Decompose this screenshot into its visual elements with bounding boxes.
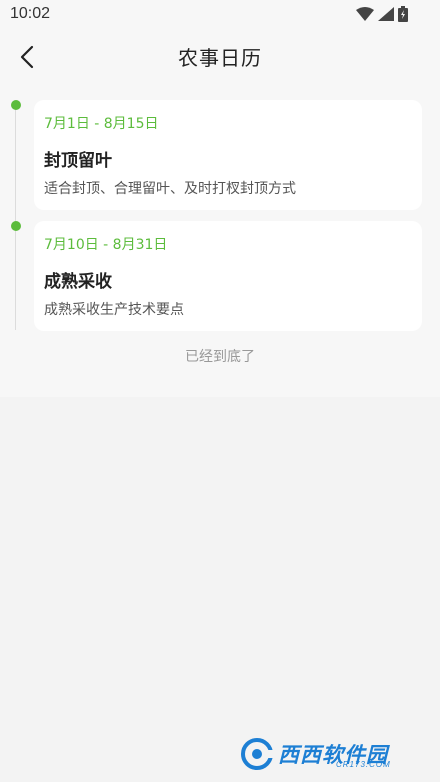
status-icons xyxy=(356,6,408,22)
page-title: 农事日历 xyxy=(178,46,262,70)
card-description: 成熟采收生产技术要点 xyxy=(44,302,184,318)
watermark-logo-icon xyxy=(241,738,274,770)
card-description: 适合封顶、合理留叶、及时打杈封顶方式 xyxy=(44,181,296,197)
watermark-subtext: CR173.COM xyxy=(336,760,391,769)
timeline-list: 7月1日 - 8月15日 封顶留叶 适合封顶、合理留叶、及时打杈封顶方式 7月1… xyxy=(0,84,440,397)
timeline-dot xyxy=(11,100,21,110)
card-date: 7月10日 - 8月31日 xyxy=(44,237,168,253)
end-of-list-note: 已经到底了 xyxy=(185,349,255,365)
card-title: 成熟采收 xyxy=(44,272,112,292)
watermark-logo: 西西软件园 CR173.COM xyxy=(240,734,422,774)
signal-icon xyxy=(378,7,394,21)
card-title: 封顶留叶 xyxy=(44,151,112,171)
wifi-icon xyxy=(356,7,374,21)
calendar-card[interactable]: 7月1日 - 8月15日 封顶留叶 适合封顶、合理留叶、及时打杈封顶方式 xyxy=(34,100,422,210)
card-date: 7月1日 - 8月15日 xyxy=(44,116,159,132)
timeline-dot xyxy=(11,221,21,231)
status-time: 10:02 xyxy=(10,5,51,22)
calendar-card[interactable]: 7月10日 - 8月31日 成熟采收 成熟采收生产技术要点 xyxy=(34,221,422,331)
status-bar: 10:02 xyxy=(0,0,440,30)
app-header: 农事日历 xyxy=(0,30,440,84)
timeline-line xyxy=(15,104,16,330)
battery-icon xyxy=(398,6,408,22)
